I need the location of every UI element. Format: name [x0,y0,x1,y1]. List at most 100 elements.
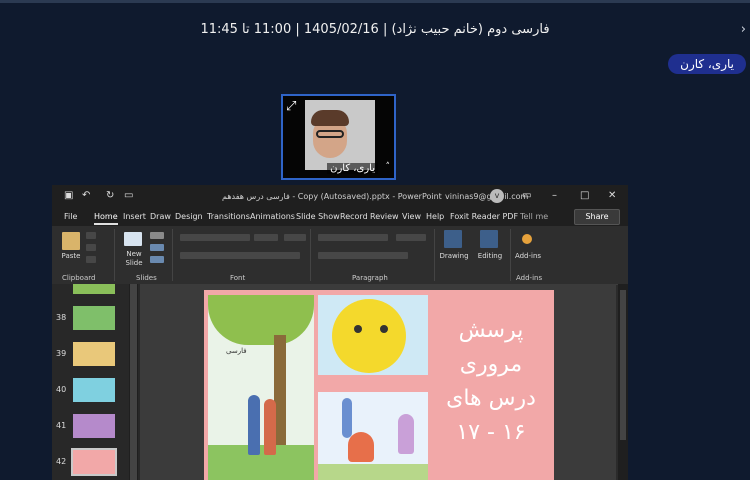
tab-view[interactable]: View [402,212,421,221]
video-tile[interactable]: ⤢ یاری، کارن ˄ [281,94,396,180]
share-button[interactable]: Share [574,209,620,225]
new-slide-label-2[interactable]: Slide [120,259,148,267]
current-slide[interactable]: فارسی پرسش مروری درس های ۱۶ - ۱۷ [204,290,554,480]
title-bar: ▣ ↶ ↻ ▭ فارسی درس هفدهم - Copy (Autosave… [52,185,628,208]
scrollbar-thumb[interactable] [130,284,137,480]
font-format-row[interactable] [180,252,300,259]
participant-pill[interactable]: یاری، کارن [668,54,746,74]
slide-scrollbar[interactable] [618,284,628,480]
undo-icon[interactable]: ↶ [82,190,90,201]
tab-review[interactable]: Review [370,212,399,221]
separator [172,229,173,281]
slide-canvas: فارسی پرسش مروری درس های ۱۶ - ۱۷ [140,284,616,480]
tab-design[interactable]: Design [175,212,203,221]
text-direction-icon[interactable] [396,234,426,241]
scrollbar-thumb[interactable] [620,290,626,440]
child-figure [248,395,260,455]
tab-insert[interactable]: Insert [123,212,146,221]
thumbnail-row[interactable]: 41 [52,414,140,442]
thumbnail-number: 41 [56,421,67,430]
hair-shape [311,110,349,126]
video-participant-name: یاری، کارن [327,163,378,174]
slide-heading: پرسش مروری درس های ۱۶ - ۱۷ [432,314,550,450]
redo-icon[interactable]: ↻ [106,190,114,201]
tab-draw[interactable]: Draw [150,212,171,221]
thumbnail-number: 39 [56,349,67,358]
layout-icon[interactable] [150,232,164,239]
child-figure [398,414,414,454]
slide-line: ۱۶ - ۱۷ [456,420,526,445]
group-slides: Slides [136,274,157,282]
thumbnail-row[interactable]: 39 [52,342,140,370]
tab-record[interactable]: Record [340,212,368,221]
thumbnail-image[interactable] [73,378,115,402]
thumbnail-image[interactable] [73,414,115,438]
thumbnail-scrollbar[interactable] [129,284,138,480]
font-name-box[interactable] [180,234,250,241]
powerpoint-window: ▣ ↶ ↻ ▭ فارسی درس هفدهم - Copy (Autosave… [52,185,628,480]
tab-slide-show[interactable]: Slide Show [296,212,340,221]
maximize-icon[interactable]: □ [580,190,589,201]
top-border [0,0,750,3]
list-row[interactable] [318,234,388,241]
back-chevron-icon[interactable]: › [741,22,746,37]
thumbnail-image-selected[interactable] [71,448,117,476]
tab-home[interactable]: Home [94,212,118,225]
thumbnail-row[interactable]: 42 [52,448,140,478]
minimize-icon[interactable]: – [552,190,557,201]
group-addins: Add-ins [516,274,543,282]
group-paragraph: Paragraph [352,274,388,282]
group-font: Font [230,274,246,282]
thumbnail-partial[interactable] [73,284,115,294]
ribbon-display-icon[interactable]: ▭ [522,190,531,201]
new-slide-icon[interactable] [124,232,142,246]
drawing-icon[interactable] [444,230,462,248]
tab-transitions[interactable]: Transitions [207,212,250,221]
editing-label[interactable]: Editing [472,252,508,260]
thumbnail-image[interactable] [73,342,115,366]
paste-icon[interactable] [62,232,80,250]
expand-icon[interactable]: ⤢ [286,99,296,114]
slide-line: پرسش [458,318,524,343]
copy-icon[interactable] [86,244,96,251]
thumbnail-image[interactable] [73,306,115,330]
drawing-label[interactable]: Drawing [436,252,472,260]
section-icon[interactable] [150,256,164,263]
reset-icon[interactable] [150,244,164,251]
present-icon[interactable]: ▭ [124,190,133,201]
font-grow-icon[interactable] [284,234,306,241]
addins-icon[interactable] [522,234,532,244]
paste-label[interactable]: Paste [58,252,84,260]
cut-icon[interactable] [86,232,96,239]
align-row[interactable] [318,252,408,259]
editing-icon[interactable] [480,230,498,248]
account-email[interactable]: vininas9@gmail.com [445,192,528,201]
glasses-shape [316,130,344,138]
tab-foxit[interactable]: Foxit Reader PDF [450,212,518,221]
separator [510,229,511,281]
tell-me-search[interactable]: Tell me [520,212,548,221]
addins-label[interactable]: Add-ins [512,252,544,260]
chevron-up-icon[interactable]: ˄ [386,162,391,172]
avatar[interactable]: v [490,189,504,203]
book-cover-image: فارسی [208,295,314,480]
font-size-box[interactable] [254,234,278,241]
tab-animations[interactable]: Animations [250,212,295,221]
sun-shape [332,299,406,373]
thumbnail-row[interactable]: 40 [52,378,140,406]
close-icon[interactable]: ✕ [608,190,616,201]
children-drawing-illustration [318,392,428,480]
tab-file[interactable]: File [64,212,77,221]
new-slide-label[interactable]: New [120,250,148,258]
slide-thumbnails: 38 39 40 41 42 [52,284,140,480]
sun-eye [380,325,388,333]
format-painter-icon[interactable] [86,256,96,263]
ribbon-tabs: File Home Insert Draw Design Transitions… [52,208,628,226]
tab-help[interactable]: Help [426,212,444,221]
thumbnail-row[interactable]: 38 [52,306,140,334]
slide-line: درس های [446,386,536,411]
save-icon[interactable]: ▣ [64,190,73,201]
sun-illustration [318,295,428,375]
thumbnail-number: 38 [56,313,67,322]
sun-eye [354,325,362,333]
